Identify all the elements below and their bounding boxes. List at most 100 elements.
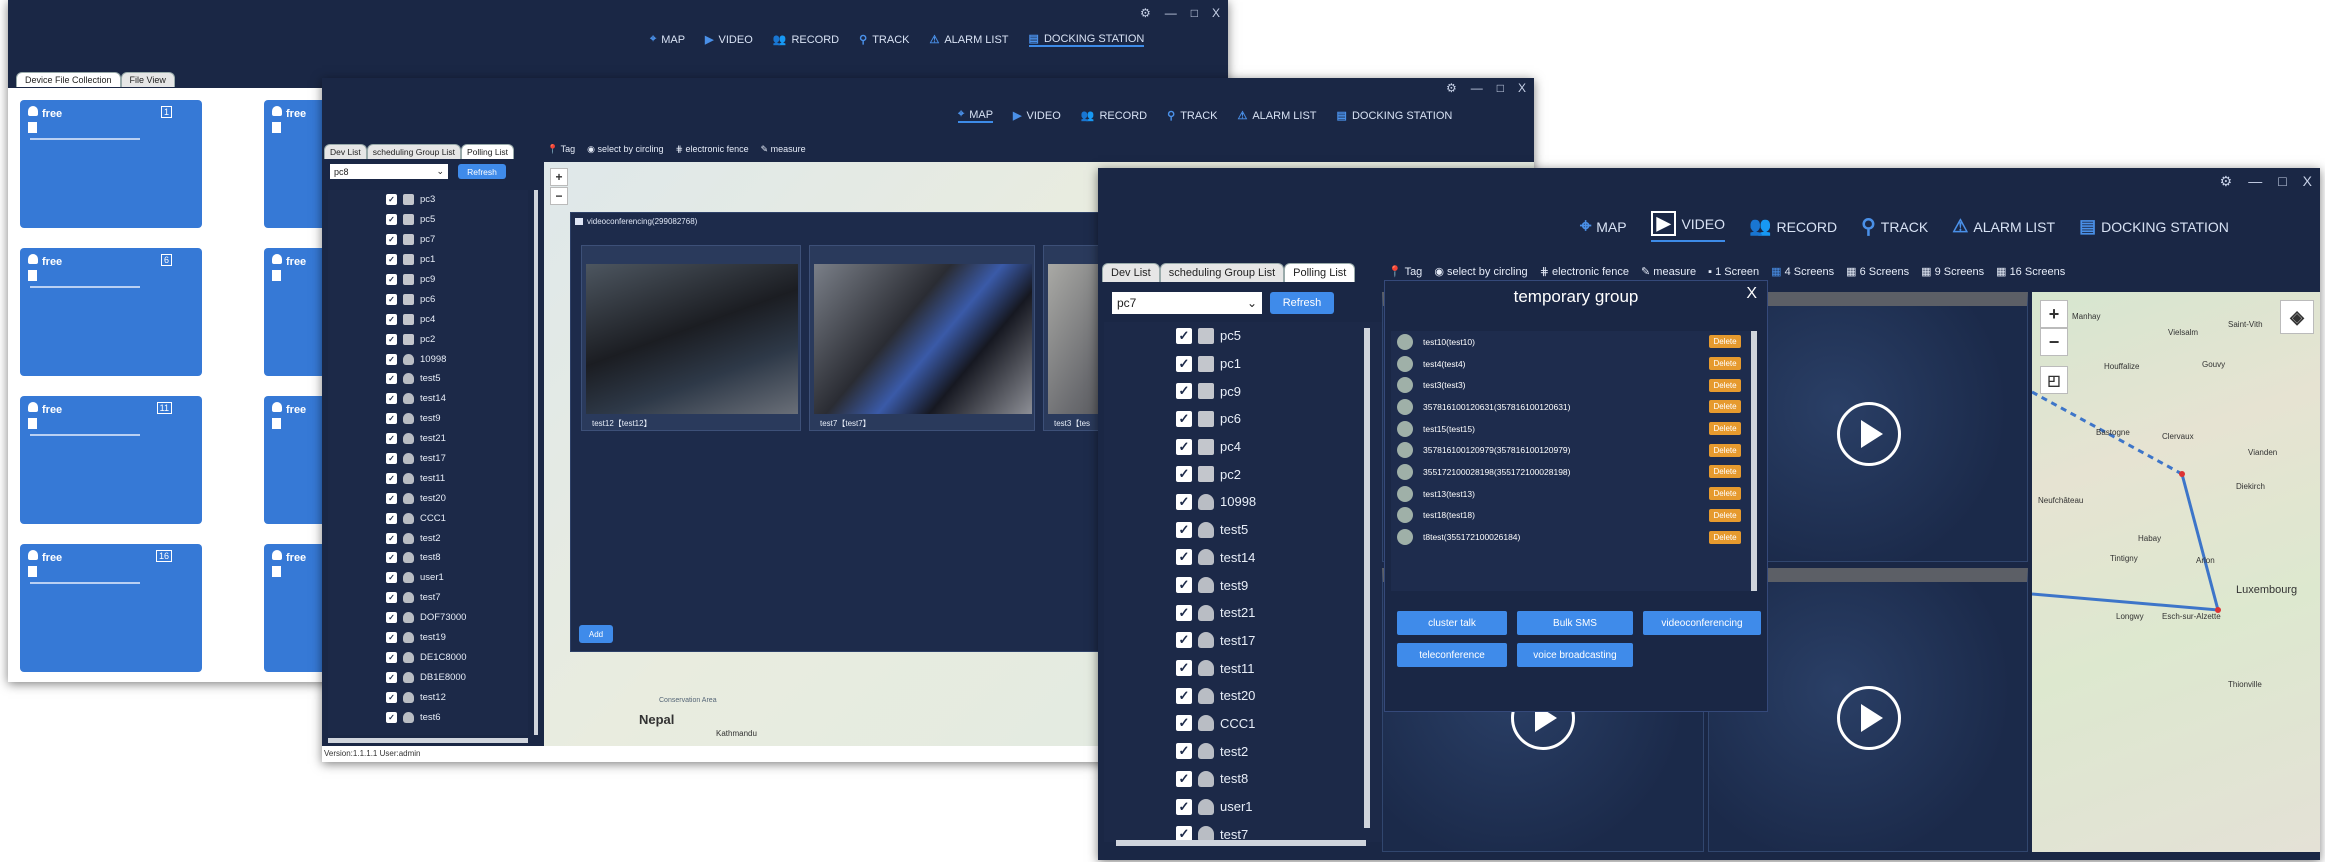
nav-docking-station[interactable]: ▤ DOCKING STATION [1337,109,1453,123]
checkbox[interactable]: ✓ [386,472,397,484]
tree-row[interactable]: ✓ test8 [328,548,528,568]
add-button[interactable]: Add [579,625,613,643]
tag-tool[interactable]: 📍 Tag [1388,265,1422,278]
tab-polling-list[interactable]: Polling List [460,144,515,159]
checkbox[interactable]: ✓ [1176,715,1192,732]
play-button[interactable] [1837,402,1901,466]
checkbox[interactable]: ✓ [386,333,397,345]
screen-6-button[interactable]: ▦ 6 Screens [1846,265,1909,278]
tree-row[interactable]: ✓ pc6 [328,289,528,309]
videoconferencing-button[interactable]: videoconferencing [1643,611,1761,635]
device-select[interactable]: pc8 ⌄ [330,164,448,179]
checkbox[interactable]: ✓ [1176,493,1192,510]
checkbox[interactable]: ✓ [386,393,397,405]
minimize-button[interactable]: — [1471,81,1483,95]
delete-button[interactable]: Delete [1709,357,1741,371]
tree-row[interactable]: ✓ test17 [328,449,528,469]
tree-row[interactable]: ✓ 10998 [328,349,528,369]
tree-hscrollbar[interactable] [1116,840,1366,846]
device-card[interactable]: free 6 [20,248,202,376]
checkbox[interactable]: ✓ [386,651,397,663]
checkbox[interactable]: ✓ [386,214,397,226]
nav-video[interactable]: ▶ VIDEO [1013,109,1061,123]
close-button[interactable]: X [1212,6,1220,20]
bulk-sms-button[interactable]: Bulk SMS [1517,611,1633,635]
delete-button[interactable]: Delete [1709,530,1741,544]
tab-dev-list[interactable]: Dev List [324,144,367,159]
checkbox[interactable]: ✓ [386,711,397,723]
checkbox[interactable]: ✓ [1176,743,1192,760]
checkbox[interactable]: ✓ [386,313,397,325]
tree-row[interactable]: ✓ test5 [328,369,528,389]
tree-row[interactable]: ✓ test21 [328,429,528,449]
checkbox[interactable]: ✓ [1176,327,1192,344]
checkbox[interactable]: ✓ [1176,438,1192,455]
select-circling-tool[interactable]: ◉ select by circling [587,144,663,155]
nav-record[interactable]: 👥 RECORD [773,33,839,47]
nav-map[interactable]: ⌖ MAP [650,33,685,46]
tree-row[interactable]: ✓ pc5 [328,210,528,230]
tree-row[interactable]: ✓ test2 [328,528,528,548]
checkbox[interactable]: ✓ [1176,355,1192,372]
screen-16-button[interactable]: ▦ 16 Screens [1996,265,2065,278]
tree-row[interactable]: ✓ CCC1 [328,508,528,528]
checkbox[interactable]: ✓ [1176,770,1192,787]
screen-4-button[interactable]: ▦ 4 Screens [1771,265,1834,278]
nav-video[interactable]: ▶ VIDEO [705,33,753,47]
select-circling-tool[interactable]: ◉ select by circling [1434,265,1527,278]
checkbox[interactable]: ✓ [1176,549,1192,566]
checkbox[interactable]: ✓ [1176,660,1192,677]
nav-docking-station[interactable]: ▤ DOCKING STATION [2079,216,2229,237]
nav-track[interactable]: ⚲ TRACK [1861,214,1928,239]
video-tile[interactable]: test12【test12】 [581,245,801,431]
close-button[interactable]: X [2303,173,2312,190]
checkbox[interactable]: ✓ [386,254,397,266]
tree-row[interactable]: ✓ test14 [328,389,528,409]
nav-track[interactable]: ⚲ TRACK [859,33,909,47]
layers-button[interactable]: ◈ [2280,300,2314,334]
settings-icon[interactable]: ⚙ [1446,81,1457,95]
tree-row[interactable]: ✓ pc3 [328,190,528,210]
cluster-talk-button[interactable]: cluster talk [1397,611,1507,635]
electronic-fence-tool[interactable]: ⋕ electronic fence [1540,265,1629,278]
nav-map[interactable]: ⌖ MAP [1580,215,1627,238]
tree-row[interactable]: ✓ test11 [328,468,528,488]
checkbox[interactable]: ✓ [386,353,397,365]
nav-docking-station[interactable]: ▤ DOCKING STATION [1028,32,1145,47]
delete-button[interactable]: Delete [1709,422,1741,436]
device-card[interactable]: free 11 [20,396,202,524]
voice-broadcasting-button[interactable]: voice broadcasting [1517,643,1633,667]
tree-row[interactable]: ✓ user1 [328,568,528,588]
tab-dev-list[interactable]: Dev List [1102,263,1160,282]
delete-button[interactable]: Delete [1709,465,1741,479]
checkbox[interactable]: ✓ [1176,577,1192,594]
tree-scrollbar[interactable] [1364,328,1370,828]
checkbox[interactable]: ✓ [1176,798,1192,815]
nav-map[interactable]: ⌖ MAP [958,108,994,123]
checkbox[interactable]: ✓ [386,532,397,544]
maximize-button[interactable]: □ [1191,6,1198,20]
nav-record[interactable]: 👥 RECORD [1081,109,1147,123]
tab-scheduling-group-list[interactable]: scheduling Group List [366,144,461,159]
play-button[interactable] [1837,686,1901,750]
delete-button[interactable]: Delete [1709,487,1741,501]
nav-record[interactable]: 👥 RECORD [1749,216,1837,237]
checkbox[interactable]: ✓ [386,234,397,246]
checkbox[interactable]: ✓ [386,274,397,285]
nav-alarm-list[interactable]: ⚠ ALARM LIST [1952,216,2055,237]
tree-row[interactable]: ✓ test12 [328,687,528,707]
zoom-out-button[interactable]: − [550,187,568,205]
checkbox[interactable]: ✓ [386,592,397,604]
checkbox[interactable]: ✓ [386,632,397,644]
delete-button[interactable]: Delete [1709,335,1741,349]
delete-button[interactable]: Delete [1709,443,1741,457]
tree-row[interactable]: ✓ DOF73000 [328,608,528,628]
checkbox[interactable]: ✓ [386,552,397,564]
tree-row[interactable]: ✓ pc9 [328,270,528,290]
tab-scheduling-group-list[interactable]: scheduling Group List [1159,263,1285,282]
checkbox[interactable]: ✓ [386,492,397,504]
checkbox[interactable]: ✓ [386,293,397,305]
checkbox[interactable]: ✓ [386,433,397,445]
settings-icon[interactable]: ⚙ [1140,6,1151,20]
tree-row[interactable]: ✓ pc2 [328,329,528,349]
